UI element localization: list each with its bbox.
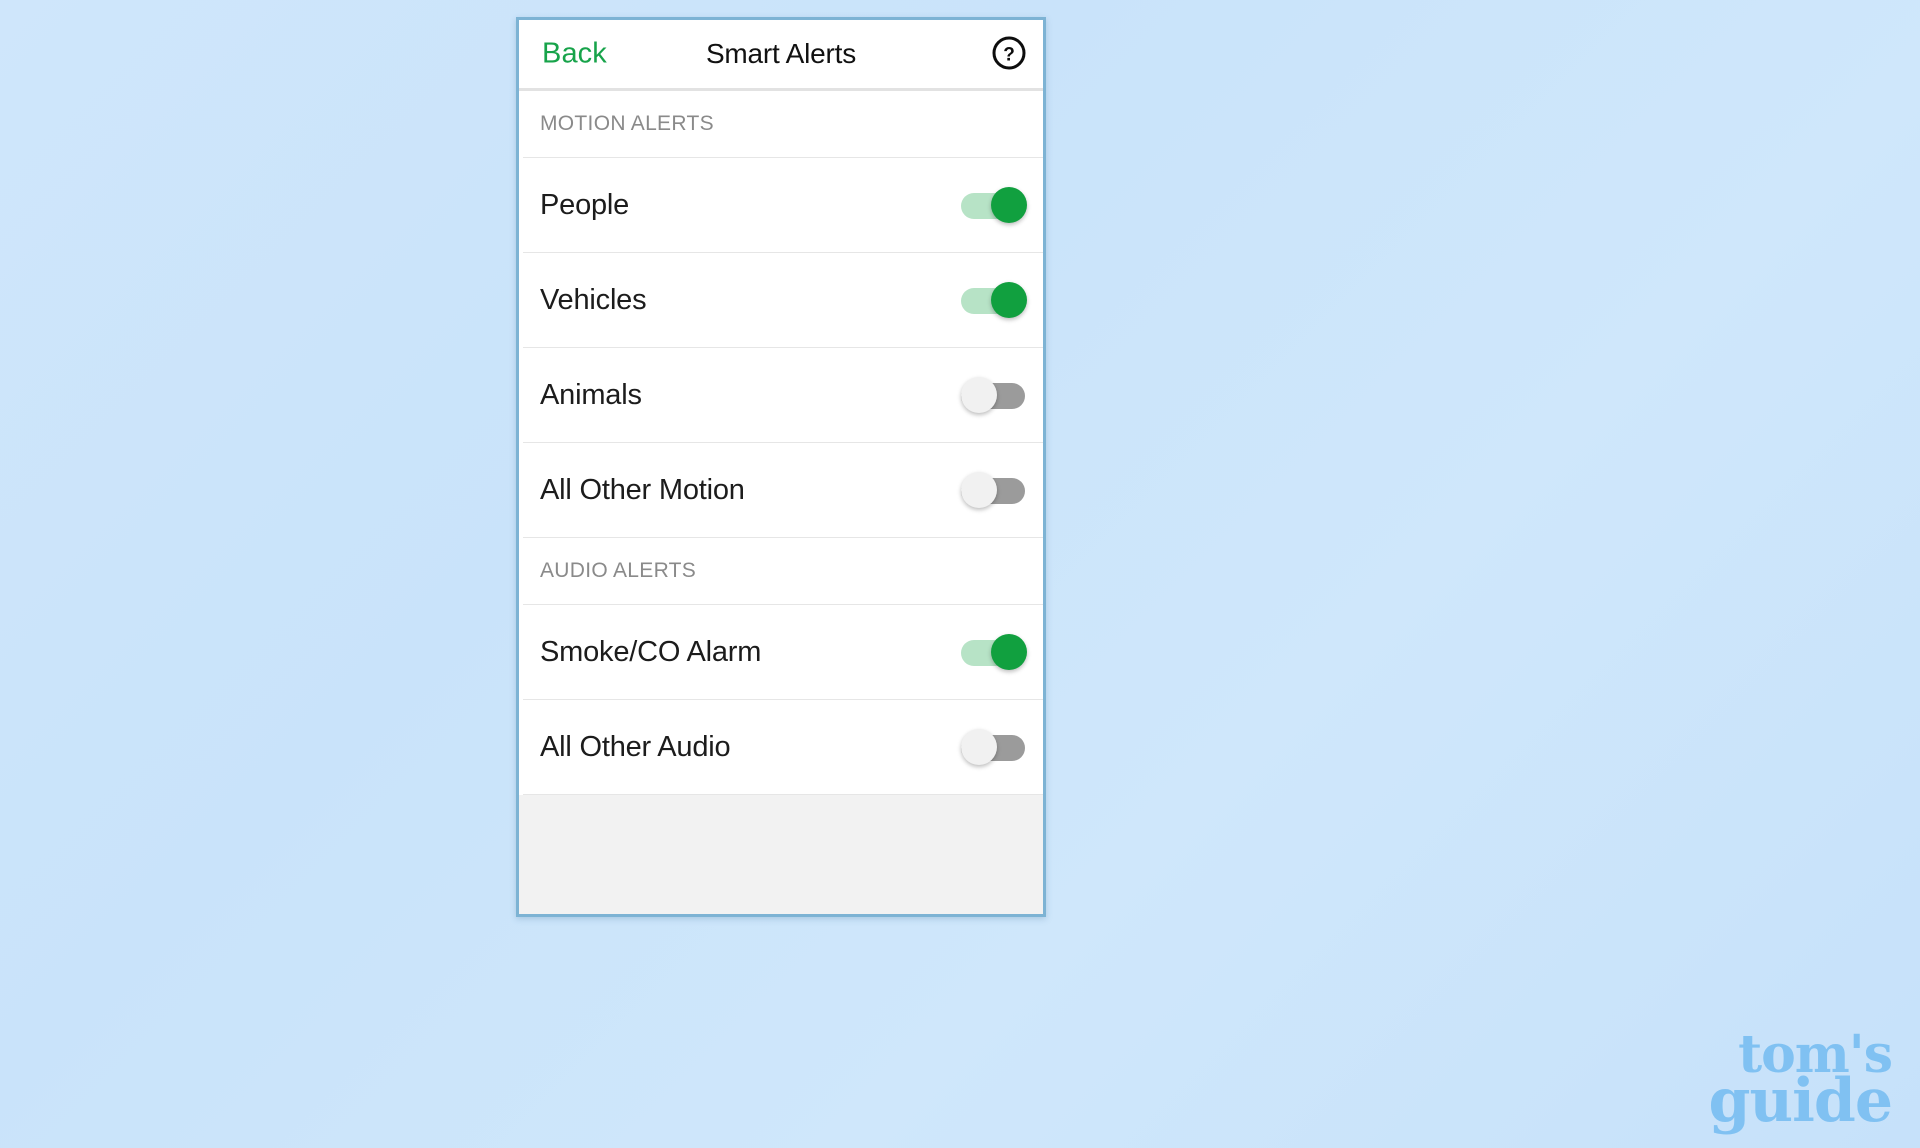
alert-row-label: All Other Audio bbox=[540, 730, 731, 763]
alert-toggle-switch[interactable] bbox=[961, 729, 1025, 765]
alert-toggle-row[interactable]: Vehicles bbox=[519, 253, 1043, 347]
alert-toggle-row[interactable]: People bbox=[519, 158, 1043, 252]
alert-toggle-switch[interactable] bbox=[961, 282, 1027, 318]
toggle-knob bbox=[961, 729, 997, 765]
svg-text:?: ? bbox=[1003, 44, 1015, 65]
alert-toggle-switch[interactable] bbox=[961, 187, 1027, 223]
smart-alerts-list: MOTION ALERTS People Vehicles Animals All Ot… bbox=[519, 91, 1043, 795]
alert-row-label: Smoke/CO Alarm bbox=[540, 635, 762, 668]
toggle-knob bbox=[991, 282, 1027, 318]
toms-guide-watermark: tom's guide bbox=[1708, 1029, 1893, 1136]
phone-screen-frame: Back Smart Alerts ? MOTION ALERTS People V… bbox=[516, 17, 1046, 917]
alert-row-label: Vehicles bbox=[540, 283, 647, 316]
alert-toggle-switch[interactable] bbox=[961, 377, 1025, 413]
section-header: MOTION ALERTS bbox=[519, 91, 1043, 157]
help-button[interactable]: ? bbox=[991, 36, 1027, 72]
alert-toggle-row[interactable]: All Other Motion bbox=[519, 443, 1043, 537]
alert-row-label: All Other Motion bbox=[540, 473, 745, 506]
alert-toggle-row[interactable]: All Other Audio bbox=[519, 700, 1043, 794]
watermark-line-2: guide bbox=[1708, 1065, 1893, 1136]
page-title: Smart Alerts bbox=[705, 38, 857, 69]
question-mark-circle-icon: ? bbox=[991, 35, 1027, 74]
alert-row-label: People bbox=[540, 188, 630, 221]
alert-toggle-switch[interactable] bbox=[961, 634, 1027, 670]
alert-toggle-row[interactable]: Animals bbox=[519, 348, 1043, 442]
list-empty-space bbox=[519, 795, 1043, 914]
alert-toggle-switch[interactable] bbox=[961, 472, 1025, 508]
toggle-knob bbox=[991, 187, 1027, 223]
toggle-knob bbox=[991, 634, 1027, 670]
toggle-knob bbox=[961, 377, 997, 413]
toggle-knob bbox=[961, 472, 997, 508]
alert-toggle-row[interactable]: Smoke/CO Alarm bbox=[519, 605, 1043, 699]
phone-screen-content: Back Smart Alerts ? MOTION ALERTS People V… bbox=[519, 20, 1043, 914]
navigation-bar: Back Smart Alerts ? bbox=[519, 20, 1043, 91]
section-header: AUDIO ALERTS bbox=[519, 538, 1043, 604]
alert-row-label: Animals bbox=[540, 378, 642, 411]
